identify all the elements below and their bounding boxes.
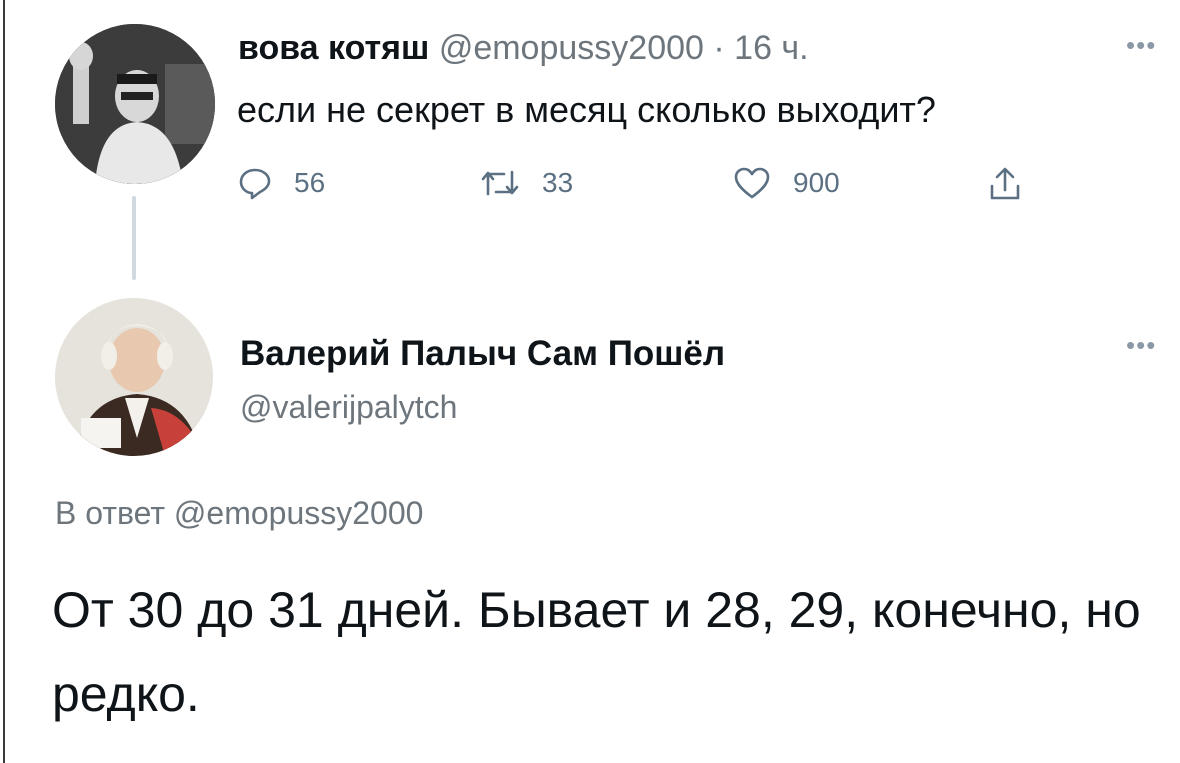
reply-button[interactable]: 56: [238, 166, 325, 200]
avatar-portrait-icon: [55, 298, 213, 456]
reply-count: 56: [294, 167, 326, 198]
left-edge-divider: [3, 0, 5, 763]
thread-connector: [132, 196, 136, 280]
tweet-text: От 30 до 31 дней. Бывает и 28, 29, конеч…: [52, 582, 1141, 722]
more-dots-icon[interactable]: •••: [1126, 30, 1156, 61]
author-name[interactable]: вова котяш: [238, 29, 429, 67]
reply-icon: [239, 168, 271, 200]
reply-prefix: В ответ: [55, 495, 166, 531]
retweet-icon: [481, 170, 519, 196]
avatar[interactable]: [55, 298, 213, 456]
reply-context: В ответ @emopussy2000: [55, 494, 423, 532]
retweet-count: 33: [542, 167, 574, 198]
like-button[interactable]: 900: [733, 166, 840, 200]
heart-icon: [734, 167, 770, 199]
more-dots-icon[interactable]: •••: [1126, 330, 1156, 361]
avatar[interactable]: [55, 24, 215, 184]
retweet-button[interactable]: 33: [480, 166, 573, 200]
avatar-photo-icon: [55, 24, 215, 184]
reply-handle-link[interactable]: @emopussy2000: [174, 495, 424, 531]
header-separator: ·: [713, 29, 725, 67]
author-name[interactable]: Валерий Палыч Сам Пошёл: [240, 334, 725, 374]
tweet-header: вова котяш @emopussy2000 · 16 ч.: [238, 28, 809, 68]
share-button[interactable]: [988, 166, 1022, 202]
share-icon: [990, 167, 1020, 200]
author-handle[interactable]: @valerijpalytch: [240, 388, 457, 426]
like-count: 900: [793, 167, 840, 198]
tweet-time[interactable]: 16 ч.: [734, 29, 808, 67]
tweet-text: если не секрет в месяц сколько выходит?: [237, 89, 936, 130]
author-handle[interactable]: @emopussy2000: [439, 29, 704, 67]
